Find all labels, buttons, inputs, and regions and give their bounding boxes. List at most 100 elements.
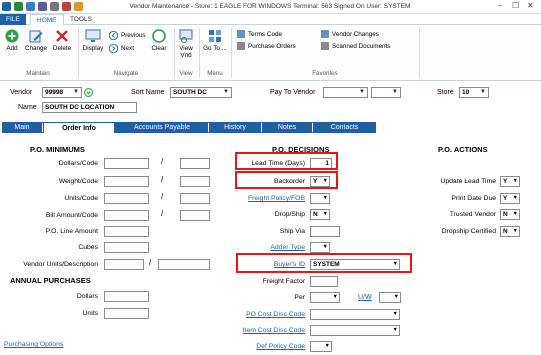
po-cost-disc-code-link[interactable]: PO Cost Disc Code xyxy=(220,311,305,318)
view-vendor-button[interactable]: View Vnd xyxy=(176,29,196,59)
annual-dollars-field[interactable] xyxy=(104,291,149,302)
slash-separator: / xyxy=(149,258,152,267)
weight-code-field[interactable] xyxy=(180,176,210,187)
favorite-purchase-orders[interactable]: Purchase Orders xyxy=(237,42,296,50)
vendor-units-description-label: Vendor Units/Description xyxy=(23,261,98,268)
group-separator xyxy=(174,28,175,78)
sort-name-select[interactable]: SOUTH DC ▼ xyxy=(170,87,232,98)
chevron-down-icon: ▼ xyxy=(73,89,79,95)
weight-min-field[interactable] xyxy=(104,176,149,187)
minimize-button[interactable]: – xyxy=(498,1,502,10)
pay-to-vendor-suffix-select[interactable]: ▼ xyxy=(371,87,401,98)
play-icon[interactable] xyxy=(14,2,23,11)
previous-button[interactable]: Previous xyxy=(109,31,146,40)
close-button[interactable]: ✕ xyxy=(527,1,534,10)
help-icon[interactable] xyxy=(38,2,47,11)
refresh-icon[interactable] xyxy=(26,2,35,11)
favorite-scanned-documents[interactable]: Scanned Documents xyxy=(321,42,390,50)
tab-order-info[interactable]: Order Info xyxy=(43,122,115,133)
search-go-icon[interactable] xyxy=(84,88,93,97)
maximize-button[interactable]: ☐ xyxy=(512,1,519,10)
calendar-icon[interactable] xyxy=(62,2,71,11)
item-cost-disc-code-link[interactable]: Item Cost Disc Code xyxy=(220,327,305,334)
group-label-favorites: Favorites xyxy=(312,70,338,77)
tab-notes[interactable]: Notes xyxy=(262,122,312,133)
freight-policy-fob-link[interactable]: Freight Policy/FOB xyxy=(220,195,305,202)
vendor-changes-icon xyxy=(321,30,329,38)
dollars-min-field[interactable] xyxy=(104,158,149,169)
freight-policy-select[interactable]: ▼ xyxy=(310,193,330,204)
trusted-vendor-value: N xyxy=(503,211,508,218)
chevron-down-icon: ▼ xyxy=(512,195,518,201)
bill-amount-code-field[interactable] xyxy=(180,210,210,221)
tab-history[interactable]: History xyxy=(209,122,261,133)
dropship-certified-select[interactable]: N ▼ xyxy=(500,226,520,237)
print-date-due-select[interactable]: Y ▼ xyxy=(500,193,520,204)
print-icon[interactable] xyxy=(50,2,59,11)
po-minimums-heading: P.O. MINIMUMS xyxy=(30,145,85,154)
group-label-maintain: Maintain xyxy=(26,70,50,77)
po-cost-disc-code-select[interactable]: ▼ xyxy=(310,309,400,320)
group-label-menu: Menu xyxy=(207,70,223,77)
tab-accounts-payable[interactable]: Accounts Payable xyxy=(116,122,208,133)
adder-type-link[interactable]: Adder Type xyxy=(220,244,305,251)
dropship-certified-value: N xyxy=(503,228,508,235)
slash-separator: / xyxy=(161,209,164,218)
freight-factor-field[interactable] xyxy=(310,276,338,287)
view-icon xyxy=(179,29,193,43)
purchasing-options-link[interactable]: Purchasing Options xyxy=(4,341,63,348)
delete-button[interactable]: Delete xyxy=(50,29,74,52)
units-min-field[interactable] xyxy=(104,193,149,204)
update-lead-time-select[interactable]: Y ▼ xyxy=(500,176,520,187)
dollars-code-label: Dollars/Code xyxy=(58,160,98,167)
adder-type-select[interactable]: ▼ xyxy=(310,242,330,253)
pay-to-vendor-select[interactable]: ▼ xyxy=(323,87,368,98)
app-logo-icon xyxy=(2,2,11,11)
print-date-due-value: Y xyxy=(503,195,508,202)
trusted-vendor-select[interactable]: N ▼ xyxy=(500,209,520,220)
tab-contacts[interactable]: Contacts xyxy=(313,122,376,133)
add-button[interactable]: Add xyxy=(2,29,22,52)
po-line-amount-field[interactable] xyxy=(104,226,149,237)
pay-to-vendor-label: Pay To Vendor xyxy=(270,89,316,96)
vendor-units-field[interactable] xyxy=(104,259,144,270)
ship-via-field[interactable] xyxy=(310,226,340,237)
tab-file[interactable]: FILE xyxy=(0,14,26,25)
name-label: Name xyxy=(18,104,37,111)
def-policy-code-link[interactable]: Def Policy Code xyxy=(220,343,305,350)
cubes-field[interactable] xyxy=(104,242,149,253)
tab-tools[interactable]: TOOLS xyxy=(64,14,98,25)
uw-select[interactable]: ▼ xyxy=(379,292,401,303)
clear-label: Clear xyxy=(151,45,167,52)
change-button[interactable]: Change xyxy=(23,29,49,52)
terms-code-icon xyxy=(237,30,245,38)
favorite-vendor-changes[interactable]: Vendor Changes xyxy=(321,30,379,38)
po-line-amount-label: P.O. Line Amount xyxy=(45,228,98,235)
mail-icon[interactable] xyxy=(74,2,83,11)
annual-units-field[interactable] xyxy=(104,308,149,319)
display-button[interactable]: Display xyxy=(80,29,106,52)
name-field[interactable]: SOUTH DC LOCATION xyxy=(42,102,137,113)
chevron-down-icon: ▼ xyxy=(392,327,398,333)
tab-home[interactable]: HOME xyxy=(30,14,64,25)
display-label: Display xyxy=(82,45,104,52)
chevron-down-icon: ▼ xyxy=(322,244,328,250)
tab-main[interactable]: Main xyxy=(2,122,42,133)
bill-amount-min-field[interactable] xyxy=(104,210,149,221)
def-policy-code-select[interactable]: ▼ xyxy=(310,341,332,352)
next-button[interactable]: Next xyxy=(109,44,134,53)
dollars-code-field[interactable] xyxy=(180,158,210,169)
units-code-field[interactable] xyxy=(180,193,210,204)
item-cost-disc-code-select[interactable]: ▼ xyxy=(310,325,400,336)
vendor-units-description-field[interactable] xyxy=(158,259,210,270)
favorite-terms-code[interactable]: Terms Code xyxy=(237,30,282,38)
go-to-button[interactable]: Go To ... xyxy=(203,29,227,52)
per-select[interactable]: ▼ xyxy=(310,292,340,303)
uw-link[interactable]: U/W xyxy=(358,294,372,301)
clear-button[interactable]: Clear xyxy=(148,29,170,52)
vendor-select[interactable]: 99998 ▼ xyxy=(42,87,82,98)
drop-ship-select[interactable]: N ▼ xyxy=(310,209,330,220)
dropship-certified-label: Dropship Certified xyxy=(441,228,496,235)
store-select[interactable]: 10 ▼ xyxy=(459,87,489,98)
sort-name-value: SOUTH DC xyxy=(173,89,207,96)
